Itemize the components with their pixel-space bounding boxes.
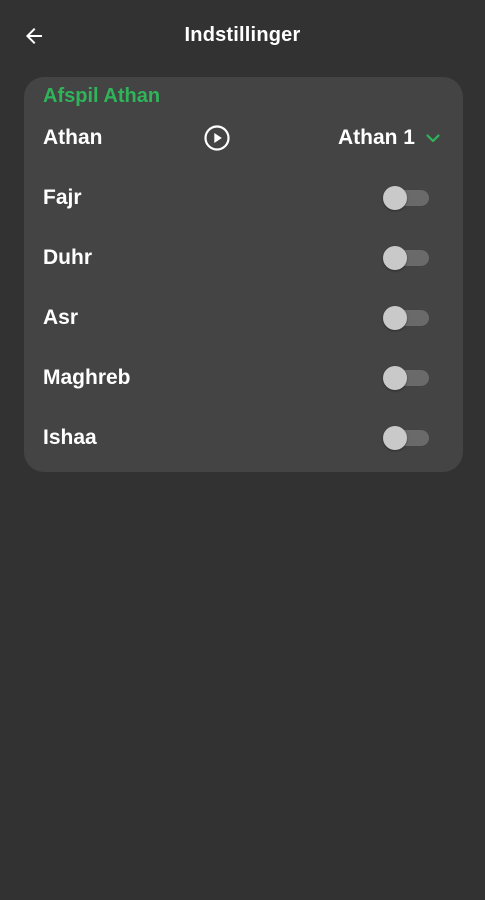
toggle-thumb [383,366,407,390]
prayer-row-duhr: Duhr [24,232,463,284]
prayer-label-fajr: Fajr [43,186,82,209]
app-bar: Indstillinger [0,0,485,72]
athan-sound-value: Athan 1 [337,126,415,149]
toggle-thumb [383,246,407,270]
athan-row: Athan Athan 1 [24,112,463,164]
athan-sound-dropdown[interactable]: Athan 1 [338,126,441,150]
prayer-label-asr: Asr [43,306,79,329]
athan-label: Athan [43,126,103,149]
fajr-toggle[interactable] [383,186,429,210]
toggle-thumb [383,186,407,210]
asr-toggle[interactable] [383,306,429,330]
maghreb-toggle[interactable] [383,366,429,390]
ishaa-toggle[interactable] [383,426,429,450]
play-circle-icon [204,125,230,151]
duhr-toggle[interactable] [383,246,429,270]
prayer-label-duhr: Duhr [43,246,92,269]
prayer-row-maghreb: Maghreb [24,352,463,404]
prayer-row-asr: Asr [24,292,463,344]
prayer-label-ishaa: Ishaa [43,426,97,449]
prayer-row-fajr: Fajr [24,172,463,224]
toggle-thumb [383,306,407,330]
section-title: Afspil Athan [43,85,161,107]
page-title: Indstillinger [184,24,301,46]
prayer-label-maghreb: Maghreb [43,366,131,389]
toggle-thumb [383,426,407,450]
chevron-down-icon [426,134,440,143]
athan-settings-card: Afspil Athan Athan Athan 1 Fajr Duhr Asr… [24,77,463,472]
prayer-row-ishaa: Ishaa [24,412,463,464]
play-athan-button[interactable] [203,124,231,152]
